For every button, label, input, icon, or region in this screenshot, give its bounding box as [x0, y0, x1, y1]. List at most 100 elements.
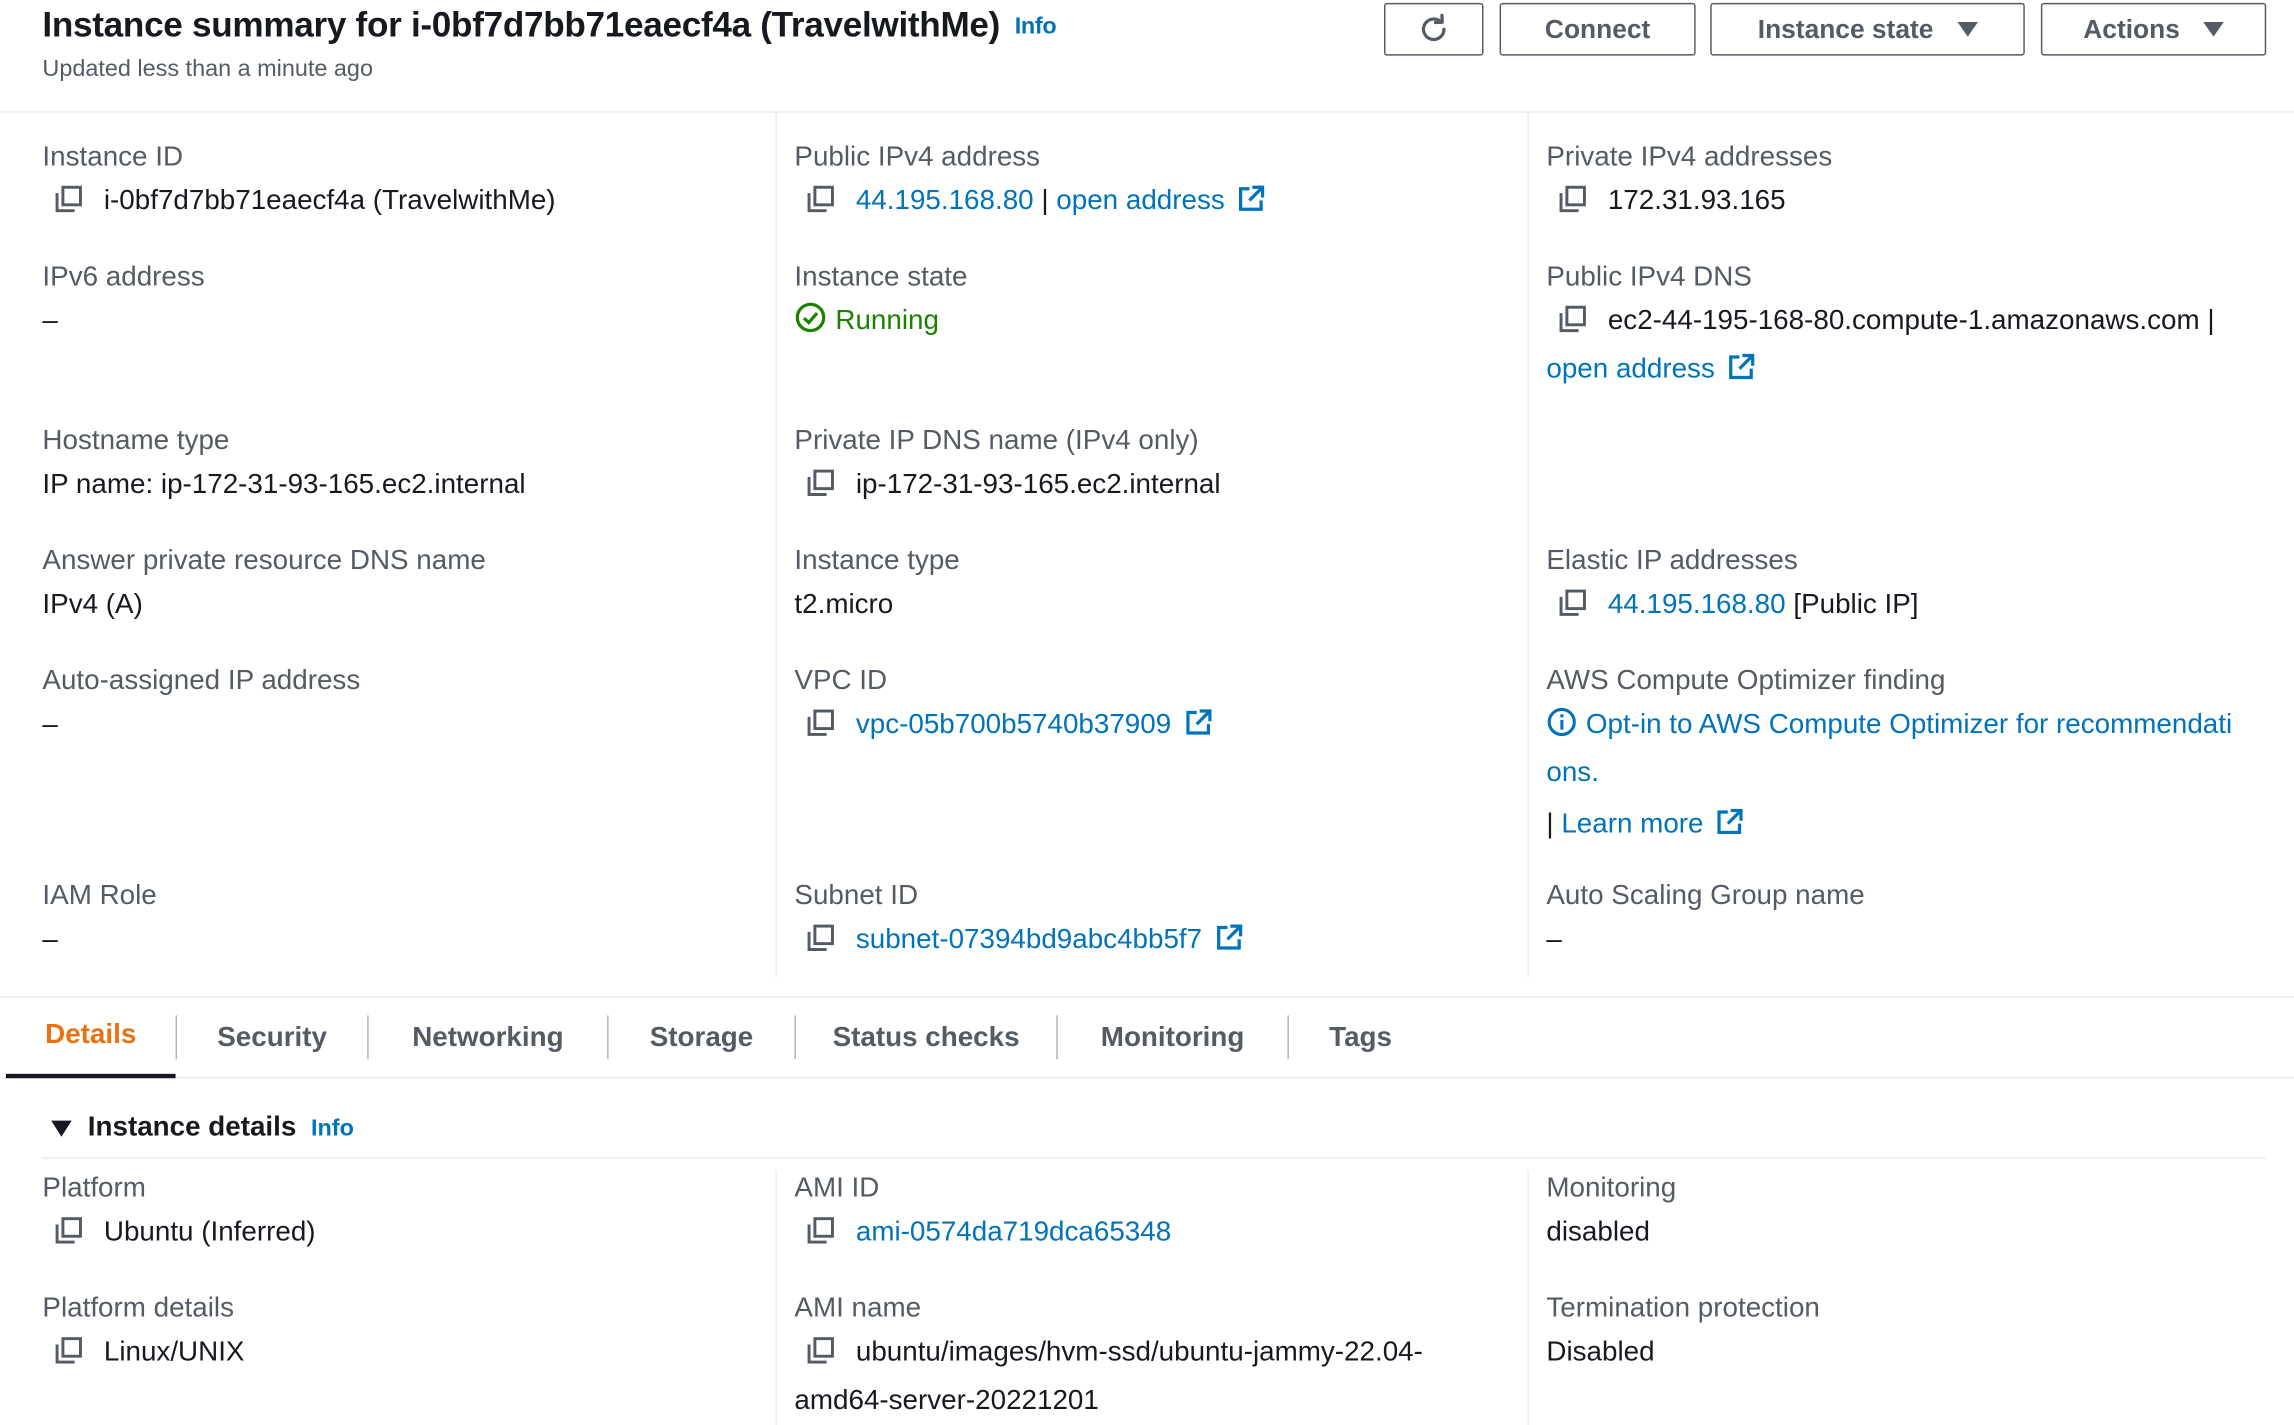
- public-dns-field: Public IPv4 DNS ec2-44-195-168-80.comput…: [1546, 260, 2285, 396]
- field-label: Public IPv4 DNS: [1546, 261, 1752, 293]
- field-label: Public IPv4 address: [794, 141, 1041, 173]
- status-badge: Running: [835, 305, 939, 337]
- field-label: IAM Role: [42, 880, 157, 912]
- external-link-icon[interactable]: [1727, 353, 1756, 397]
- tab-storage[interactable]: Storage: [609, 998, 795, 1078]
- field-label: AMI ID: [794, 1173, 880, 1205]
- copy-icon[interactable]: [1558, 304, 1587, 348]
- field-label: Platform: [42, 1173, 146, 1205]
- field-label: Answer private resource DNS name: [42, 545, 486, 577]
- info-link[interactable]: Info: [1015, 15, 1057, 40]
- instance-details-header[interactable]: Instance details Info: [51, 1112, 354, 1144]
- external-link-icon[interactable]: [1214, 923, 1243, 967]
- copy-icon[interactable]: [54, 1216, 83, 1260]
- public-ipv4-link[interactable]: 44.195.168.80: [856, 186, 1034, 217]
- ipv6-value: –: [42, 305, 58, 337]
- monitoring-value: disabled: [1546, 1217, 1650, 1248]
- platform-details-field: Platform details Linux/UNIX: [42, 1292, 759, 1380]
- field-label: Monitoring: [1546, 1173, 1677, 1205]
- optimizer-link-continued[interactable]: ons.: [1546, 752, 2285, 796]
- field-label: Subnet ID: [794, 880, 919, 912]
- elastic-ip-link[interactable]: 44.195.168.80: [1608, 590, 1786, 621]
- tab-bar: Details Security Networking Storage Stat…: [0, 996, 2294, 1079]
- private-ipv4-value: 172.31.93.165: [1607, 185, 1786, 217]
- auto-ip-field: Auto-assigned IP address –: [42, 664, 759, 747]
- elastic-ip-field: Elastic IP addresses 44.195.168.80 [Publ…: [1546, 544, 2263, 632]
- asg-name-value: –: [1546, 924, 1562, 956]
- learn-more-link[interactable]: Learn more: [1561, 809, 1703, 840]
- column-divider: [775, 1170, 777, 1425]
- updated-text: Updated less than a minute ago: [42, 57, 373, 82]
- vpc-id-link[interactable]: vpc-05b700b5740b37909: [856, 710, 1171, 741]
- subnet-id-field: Subnet ID subnet-07394bd9abc4bb5f7: [794, 879, 1511, 967]
- actions-button[interactable]: Actions: [2040, 2, 2267, 56]
- copy-icon[interactable]: [806, 1336, 835, 1380]
- ami-name-value: ubuntu/images/hvm-ssd/ubuntu-jammy-22.04…: [855, 1337, 1423, 1368]
- ami-id-link[interactable]: ami-0574da719dca65348: [856, 1217, 1171, 1248]
- tab-status-checks[interactable]: Status checks: [796, 998, 1056, 1078]
- copy-icon[interactable]: [54, 184, 83, 228]
- copy-icon[interactable]: [806, 1216, 835, 1260]
- external-link-icon[interactable]: [1236, 184, 1265, 228]
- chevron-down-icon: [2203, 21, 2224, 37]
- copy-icon[interactable]: [806, 923, 835, 967]
- field-label: Private IP DNS name (IPv4 only): [794, 425, 1199, 457]
- copy-icon[interactable]: [806, 708, 835, 752]
- field-label: AWS Compute Optimizer finding: [1546, 665, 1946, 697]
- separator: |: [1041, 185, 1049, 217]
- separator: |: [2207, 305, 2215, 337]
- termination-protection-field: Termination protection Disabled: [1546, 1292, 2263, 1375]
- instance-state-field: Instance state Running: [794, 260, 1511, 348]
- answer-dns-value: IPv4 (A): [42, 589, 143, 621]
- tab-monitoring[interactable]: Monitoring: [1058, 998, 1288, 1078]
- open-address-link[interactable]: open address: [1546, 354, 1714, 385]
- copy-icon[interactable]: [54, 1336, 83, 1380]
- field-label: Instance state: [794, 261, 968, 293]
- elastic-ip-suffix: [Public IP]: [1793, 589, 1919, 621]
- instance-type-value: t2.micro: [794, 589, 894, 621]
- page-title-text: Instance summary for i-0bf7d7bb71eaecf4a…: [42, 5, 1001, 46]
- summary-header: Instance summary for i-0bf7d7bb71eaecf4a…: [0, 0, 2294, 113]
- section-title: Instance details: [87, 1111, 297, 1143]
- optimizer-link[interactable]: Opt-in to AWS Compute Optimizer for reco…: [1586, 710, 2232, 741]
- caret-down-icon: [51, 1119, 72, 1137]
- refresh-button[interactable]: [1383, 2, 1484, 56]
- hostname-type-value: IP name: ip-172-31-93-165.ec2.internal: [42, 469, 526, 501]
- copy-icon[interactable]: [1558, 588, 1587, 632]
- copy-icon[interactable]: [806, 468, 835, 512]
- auto-ip-value: –: [42, 709, 58, 741]
- actions-label: Actions: [2083, 13, 2180, 44]
- copy-icon[interactable]: [1558, 184, 1587, 228]
- field-label: IPv6 address: [42, 261, 205, 293]
- column-divider: [1527, 1170, 1529, 1425]
- private-ipv4-field: Private IPv4 addresses 172.31.93.165: [1546, 140, 2263, 228]
- field-label: Platform details: [42, 1293, 235, 1325]
- page-title: Instance summary for i-0bf7d7bb71eaecf4a…: [42, 6, 1056, 47]
- column-divider: [1527, 111, 1529, 978]
- instance-type-field: Instance type t2.micro: [794, 544, 1511, 627]
- instance-id-field: Instance ID i-0bf7d7bb71eaecf4a (Travelw…: [42, 140, 759, 228]
- field-label: Auto Scaling Group name: [1546, 880, 1865, 912]
- check-circle-icon: [794, 301, 826, 348]
- tab-security[interactable]: Security: [177, 998, 367, 1078]
- ami-name-value-continued: amd64-server-20221201: [794, 1385, 1099, 1417]
- tab-networking[interactable]: Networking: [369, 998, 607, 1078]
- termination-protection-value: Disabled: [1546, 1337, 1655, 1368]
- column-divider: [775, 111, 777, 978]
- field-label: Auto-assigned IP address: [42, 665, 361, 697]
- tab-details[interactable]: Details: [5, 998, 176, 1079]
- connect-button[interactable]: Connect: [1499, 2, 1696, 56]
- tab-tags[interactable]: Tags: [1289, 998, 1432, 1078]
- optimizer-field: AWS Compute Optimizer finding Opt-in to …: [1546, 664, 2285, 851]
- ami-name-field: AMI name ubuntu/images/hvm-ssd/ubuntu-ja…: [794, 1292, 1511, 1424]
- public-ipv4-field: Public IPv4 address 44.195.168.80 | open…: [794, 140, 1511, 228]
- external-link-icon[interactable]: [1183, 708, 1212, 752]
- open-address-link[interactable]: open address: [1056, 186, 1224, 217]
- info-link[interactable]: Info: [311, 1116, 354, 1142]
- external-link-icon[interactable]: [1715, 808, 1744, 852]
- chevron-down-icon: [1956, 21, 1978, 37]
- instance-state-button[interactable]: Instance state: [1710, 2, 2025, 56]
- subnet-id-link[interactable]: subnet-07394bd9abc4bb5f7: [856, 925, 1202, 956]
- answer-dns-field: Answer private resource DNS name IPv4 (A…: [42, 544, 759, 627]
- copy-icon[interactable]: [806, 184, 835, 228]
